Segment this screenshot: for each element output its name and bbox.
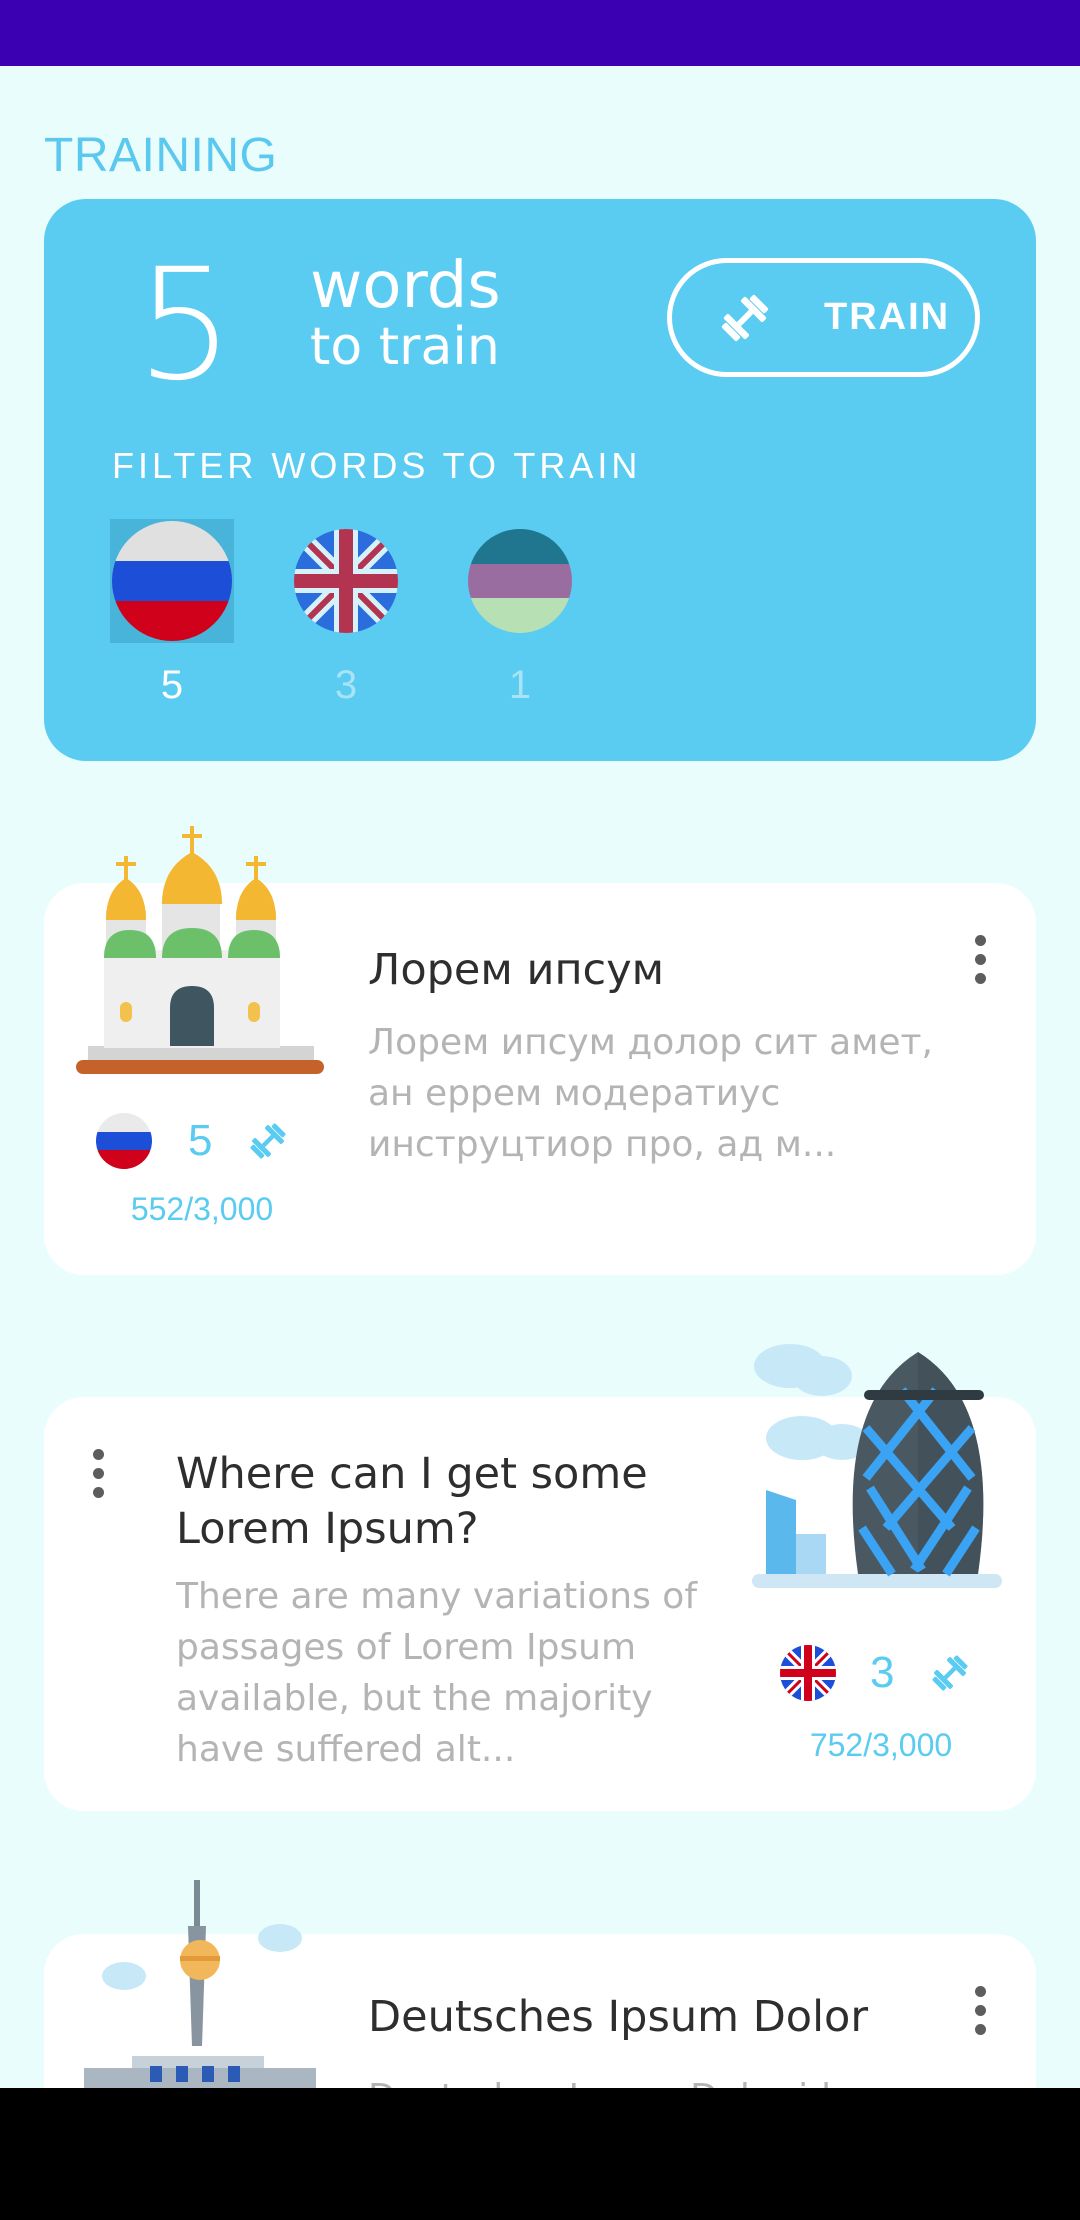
navigation-bar <box>0 2088 1080 2220</box>
uk-flag-icon <box>780 1645 836 1701</box>
train-button-label: TRAIN <box>824 296 951 338</box>
more-options-button[interactable] <box>950 1970 1010 2050</box>
tv-tower-illustration <box>84 1880 316 2090</box>
lesson-description: Лорем ипсум долор сит амет, ан еррем мод… <box>368 1022 933 1165</box>
tricolor-flag-icon <box>468 529 572 633</box>
filter-count: 1 <box>508 663 532 707</box>
words-label: words <box>310 249 501 323</box>
section-title: TRAINING <box>44 129 278 182</box>
lesson-meta: 3 <box>780 1645 972 1701</box>
filter-count: 5 <box>160 663 184 707</box>
filter-other[interactable]: 1 <box>458 519 582 719</box>
more-options-button[interactable] <box>950 919 1010 999</box>
dumbbell-icon[interactable] <box>928 1651 972 1695</box>
filter-english[interactable]: 3 <box>284 519 408 719</box>
lesson-progress: 752/3,000 <box>809 1727 953 1763</box>
russian-flag-icon <box>112 521 232 641</box>
training-card: 5 words to train TRAIN FILTER WORDS TO T… <box>44 199 1036 761</box>
dumbbell-icon <box>721 294 769 341</box>
words-to-train-count: 5 <box>136 236 234 415</box>
lesson-progress: 552/3,000 <box>130 1191 274 1227</box>
train-button[interactable]: TRAIN <box>667 258 980 377</box>
dumbbell-icon[interactable] <box>246 1119 290 1163</box>
uk-flag-icon <box>294 529 398 633</box>
lesson-title: Deutsches Ipsum Dolor <box>368 1992 869 2042</box>
lesson-meta: 5 <box>96 1113 290 1169</box>
status-bar <box>0 0 1080 66</box>
lesson-title: Лорем ипсум <box>368 945 665 995</box>
lesson-word-count: 3 <box>870 1648 895 1697</box>
gherkin-tower-illustration <box>752 1344 1002 1588</box>
filter-label: FILTER WORDS TO TRAIN <box>112 445 642 486</box>
lesson-word-count: 5 <box>188 1116 213 1165</box>
russian-flag-icon <box>96 1113 152 1169</box>
filter-russian[interactable]: 5 <box>110 519 234 719</box>
more-options-button[interactable] <box>68 1433 128 1513</box>
cathedral-illustration <box>76 826 324 1074</box>
lesson-title: Where can I get some Lorem Ipsum? <box>176 1449 648 1554</box>
lesson-description: There are many variations of passages of… <box>176 1576 697 1770</box>
to-train-label: to train <box>310 317 500 377</box>
filter-count: 3 <box>334 663 358 707</box>
